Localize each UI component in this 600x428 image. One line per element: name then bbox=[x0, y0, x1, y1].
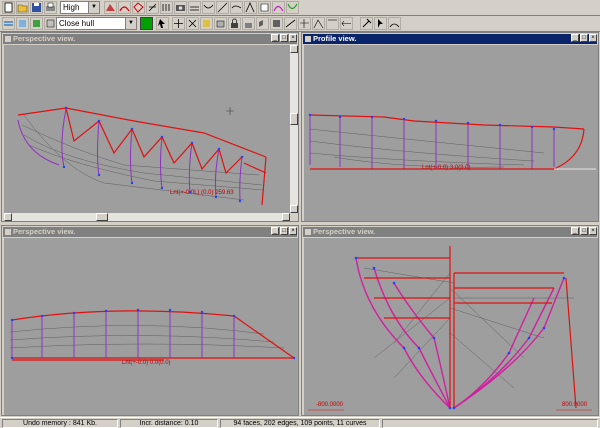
waterlines-icon[interactable] bbox=[202, 1, 215, 14]
viewport-canvas[interactable]: Lnt(+-0.0) 3.0(3.0) bbox=[304, 45, 598, 221]
diagonals-icon[interactable] bbox=[216, 1, 229, 14]
scroll-up-icon[interactable] bbox=[290, 45, 298, 53]
mirror-icon[interactable] bbox=[258, 1, 271, 14]
hull-action-value: Close hull bbox=[59, 19, 95, 28]
control-net-icon[interactable] bbox=[132, 1, 145, 14]
hull-action-select[interactable]: Close hull ▼ bbox=[56, 17, 137, 30]
scroll-right-icon[interactable] bbox=[282, 213, 290, 221]
extrude-icon[interactable] bbox=[256, 17, 269, 30]
stations-icon[interactable] bbox=[160, 1, 173, 14]
close-icon[interactable]: × bbox=[589, 227, 597, 235]
minimize-icon[interactable]: _ bbox=[271, 34, 279, 42]
coordinate-label: Lnt(+-0.0L) (0.0) 259.63 bbox=[170, 190, 234, 196]
insert-point-icon[interactable] bbox=[172, 17, 185, 30]
scroll-left-icon[interactable] bbox=[4, 213, 12, 221]
chevron-down-icon: ▼ bbox=[125, 18, 136, 29]
tools-icon[interactable] bbox=[360, 17, 373, 30]
window-menu-icon[interactable] bbox=[305, 36, 311, 42]
minimize-icon[interactable]: _ bbox=[271, 227, 279, 235]
horizontal-scrollbar[interactable] bbox=[4, 213, 290, 221]
viewport-title-bar: Perspective view. bbox=[3, 34, 297, 44]
status-extra bbox=[382, 419, 598, 428]
precision-value: High bbox=[63, 3, 80, 12]
layers-icon[interactable] bbox=[2, 17, 15, 30]
swap-edge-icon[interactable] bbox=[298, 17, 311, 30]
save-icon[interactable] bbox=[30, 1, 43, 14]
viewport-canvas[interactable]: Lnt(+-0.0L) (0.0) 259.63 bbox=[4, 45, 290, 213]
undo-memory-status: Undo memory : 841 Kb. bbox=[2, 419, 118, 428]
cursor-icon[interactable] bbox=[374, 17, 387, 30]
green-curve-icon[interactable] bbox=[286, 1, 299, 14]
precision-select[interactable]: High ▼ bbox=[60, 1, 100, 14]
viewport-title: Profile view. bbox=[313, 34, 357, 43]
magenta-curve-icon[interactable] bbox=[272, 1, 285, 14]
coordinate-label: Lnt(+-0.0) 0.0(0.0) bbox=[122, 360, 171, 366]
coordinate-label: Lnt(+-0.0) 3.0(3.0) bbox=[422, 165, 471, 171]
select-icon[interactable] bbox=[156, 17, 169, 30]
edit-face-icon[interactable] bbox=[214, 17, 227, 30]
close-icon[interactable]: × bbox=[289, 34, 297, 42]
design-hydrostatics-icon[interactable] bbox=[388, 17, 401, 30]
vertical-scrollbar[interactable] bbox=[290, 45, 298, 213]
viewport-canvas[interactable]: -800.0000 800.0000 bbox=[304, 238, 598, 415]
viewport-title-bar: Profile view. bbox=[303, 34, 597, 44]
new-file-icon[interactable] bbox=[2, 1, 15, 14]
viewport-title: Perspective view. bbox=[13, 34, 76, 43]
maximize-icon[interactable]: □ bbox=[280, 227, 288, 235]
split-edge-icon[interactable] bbox=[284, 17, 297, 30]
viewport-bottom-left[interactable]: Perspective view. _ □ × Lnt(+-0.0) 0.0(0… bbox=[1, 225, 299, 416]
close-icon[interactable]: × bbox=[589, 34, 597, 42]
increment-distance-status: Incr. distance: 0.10 bbox=[120, 419, 218, 428]
minimize-icon[interactable]: _ bbox=[571, 34, 579, 42]
viewport-title-bar: Perspective view. bbox=[303, 227, 597, 237]
scroll-down-icon[interactable] bbox=[290, 205, 298, 213]
viewport-canvas[interactable]: Lnt(+-0.0) 0.0(0.0) bbox=[4, 238, 298, 415]
viewport-title: Perspective view. bbox=[13, 227, 76, 236]
viewport-top-right[interactable]: Profile view. _ □ × Lnt(+-0.0) 3.0(3.0) bbox=[301, 32, 599, 222]
flip-icon[interactable] bbox=[340, 17, 353, 30]
interior-edges-icon[interactable] bbox=[146, 1, 159, 14]
viewport-title-bar: Perspective view. bbox=[3, 227, 297, 237]
status-bar: Undo memory : 841 Kb. Incr. distance: 0.… bbox=[0, 417, 600, 428]
maximize-icon[interactable]: □ bbox=[580, 34, 588, 42]
layer-color-icon[interactable] bbox=[30, 17, 43, 30]
layer-visibility-icon[interactable] bbox=[16, 17, 29, 30]
viewport-title: Perspective view. bbox=[313, 227, 376, 236]
maximize-icon[interactable]: □ bbox=[280, 34, 288, 42]
new-face-icon[interactable] bbox=[200, 17, 213, 30]
camera-icon[interactable] bbox=[174, 1, 187, 14]
chevron-down-icon: ▼ bbox=[88, 2, 99, 13]
viewport-top-left[interactable]: Perspective view. _ □ × Lnt(+-0.0L) (0.0… bbox=[1, 32, 299, 222]
flowlines-icon[interactable] bbox=[230, 1, 243, 14]
model-summary-status: 94 faces, 202 edges, 109 points, 11 curv… bbox=[220, 419, 380, 428]
scale-label-left: -800.0000 bbox=[316, 402, 344, 408]
minimize-icon[interactable]: _ bbox=[571, 227, 579, 235]
unlock-icon[interactable] bbox=[242, 17, 255, 30]
lock-icon[interactable] bbox=[228, 17, 241, 30]
maximize-icon[interactable]: □ bbox=[580, 227, 588, 235]
scale-label-right: 800.0000 bbox=[562, 402, 588, 408]
viewport-bottom-right[interactable]: Perspective view. _ □ × -800.0000 800.00… bbox=[301, 225, 599, 416]
window-menu-icon[interactable] bbox=[5, 36, 11, 42]
shaded-view-icon[interactable] bbox=[104, 1, 117, 14]
curvature-icon[interactable] bbox=[118, 1, 131, 14]
close-icon[interactable]: × bbox=[289, 227, 297, 235]
main-toolbar: High ▼ bbox=[0, 0, 600, 16]
face-tool-icon[interactable] bbox=[270, 17, 283, 30]
layer-color-swatch[interactable] bbox=[140, 17, 153, 30]
markers-icon[interactable] bbox=[244, 1, 257, 14]
print-icon[interactable] bbox=[44, 1, 57, 14]
edge-tool-icon[interactable] bbox=[326, 17, 339, 30]
window-menu-icon[interactable] bbox=[305, 229, 311, 235]
scroll-thumb[interactable] bbox=[290, 113, 298, 125]
edit-toolbar: Close hull ▼ bbox=[0, 16, 600, 32]
scroll-thumb[interactable] bbox=[96, 213, 108, 221]
open-folder-icon[interactable] bbox=[16, 1, 29, 14]
crease-icon[interactable] bbox=[312, 17, 325, 30]
collapse-point-icon[interactable] bbox=[186, 17, 199, 30]
window-menu-icon[interactable] bbox=[5, 229, 11, 235]
buttocks-icon[interactable] bbox=[188, 1, 201, 14]
